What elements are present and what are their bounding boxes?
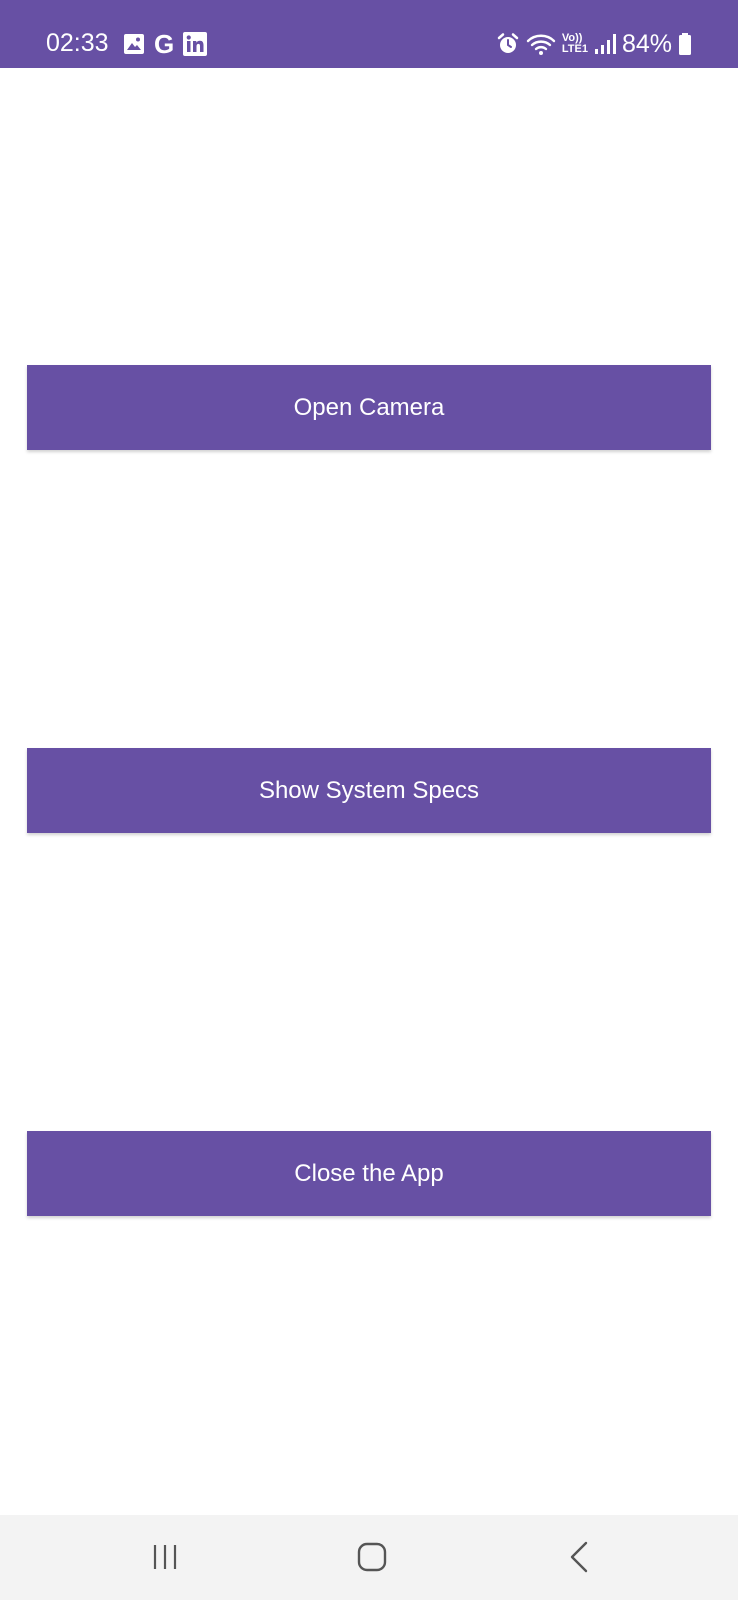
google-icon: G: [154, 29, 175, 59]
wifi-icon: [526, 32, 556, 56]
gallery-icon: [122, 32, 146, 56]
home-button[interactable]: [342, 1537, 402, 1577]
recents-icon: [153, 1545, 177, 1569]
status-time: 02:33: [46, 29, 109, 57]
network-type-label: Vo)) LTE1: [562, 33, 588, 55]
signal-icon: [594, 33, 616, 55]
linkedin-icon: [182, 31, 208, 57]
home-icon: [357, 1542, 387, 1572]
lte-label: LTE1: [561, 43, 588, 55]
navigation-bar: [0, 1515, 738, 1600]
battery-percentage: 84%: [621, 30, 672, 58]
alarm-icon: [496, 32, 520, 56]
battery-icon: [678, 32, 692, 56]
close-app-button[interactable]: Close the App: [27, 1131, 711, 1216]
show-system-specs-button[interactable]: Show System Specs: [27, 748, 711, 833]
back-button[interactable]: [549, 1537, 609, 1577]
back-icon: [570, 1541, 588, 1573]
open-camera-button[interactable]: Open Camera: [27, 365, 711, 450]
status-bar: 02:33 G Vo)) LTE1 84%: [0, 0, 738, 68]
notification-icons: G: [122, 31, 208, 57]
system-icons: Vo)) LTE1 84%: [496, 30, 692, 58]
recents-button[interactable]: [135, 1537, 195, 1577]
